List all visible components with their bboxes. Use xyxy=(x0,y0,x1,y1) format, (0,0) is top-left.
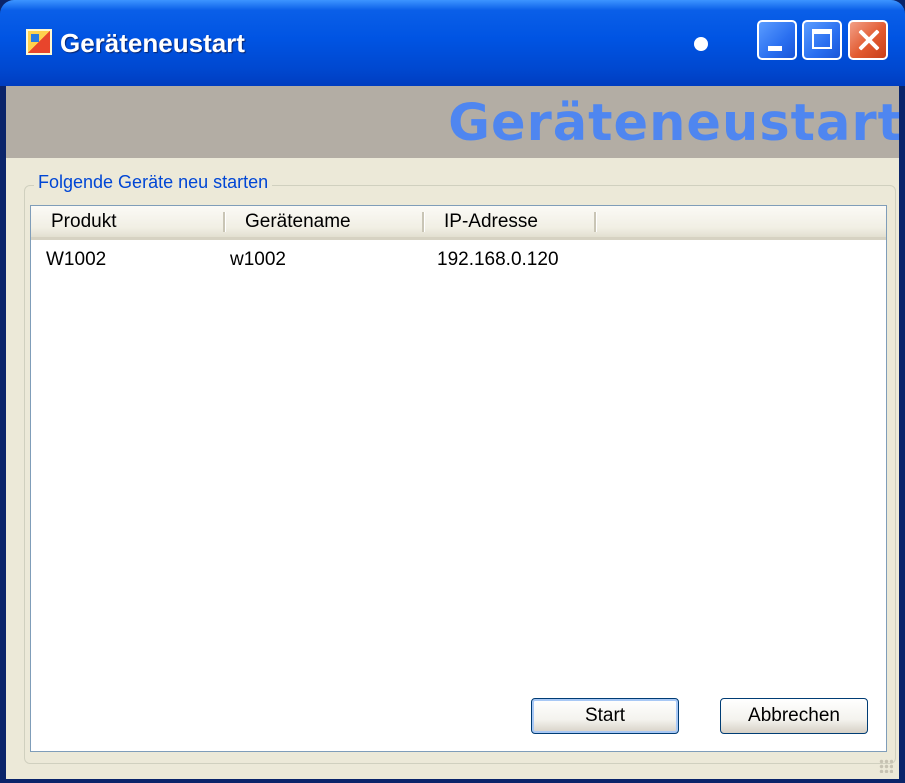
close-button[interactable] xyxy=(848,20,888,60)
app-icon[interactable] xyxy=(26,29,52,55)
start-button[interactable]: Start xyxy=(531,698,679,734)
cell-ip-address: 192.168.0.120 xyxy=(437,249,559,270)
minimize-button[interactable] xyxy=(757,20,797,60)
column-header-ip-address[interactable]: IP-Adresse xyxy=(444,206,538,237)
cell-product: W1002 xyxy=(46,249,107,270)
maximize-button[interactable] xyxy=(802,20,842,60)
cell-device-name: w1002 xyxy=(230,249,286,270)
indicator-dot-icon xyxy=(694,37,708,51)
dialog-window: Geräteneustart Geräteneustart Folgende G… xyxy=(0,0,905,783)
header-banner: Geräteneustart xyxy=(6,86,899,158)
title-bar[interactable]: Geräteneustart xyxy=(0,0,905,86)
column-header-product[interactable]: Produkt xyxy=(51,206,116,237)
cancel-button[interactable]: Abbrechen xyxy=(720,698,868,734)
column-separator[interactable] xyxy=(223,212,226,232)
list-header: Produkt Gerätename IP-Adresse xyxy=(31,206,886,240)
column-separator[interactable] xyxy=(422,212,425,232)
column-header-device-name[interactable]: Gerätename xyxy=(245,206,351,237)
column-separator[interactable] xyxy=(594,212,597,232)
groupbox-label: Folgende Geräte neu starten xyxy=(34,172,273,193)
banner-title: Geräteneustart xyxy=(448,94,899,153)
window-title: Geräteneustart xyxy=(60,28,245,58)
resize-grip-icon[interactable] xyxy=(879,759,893,773)
device-list[interactable]: Produkt Gerätename IP-Adresse W1002 w100… xyxy=(30,205,887,752)
dialog-client-area: Geräteneustart Folgende Geräte neu start… xyxy=(6,86,899,779)
